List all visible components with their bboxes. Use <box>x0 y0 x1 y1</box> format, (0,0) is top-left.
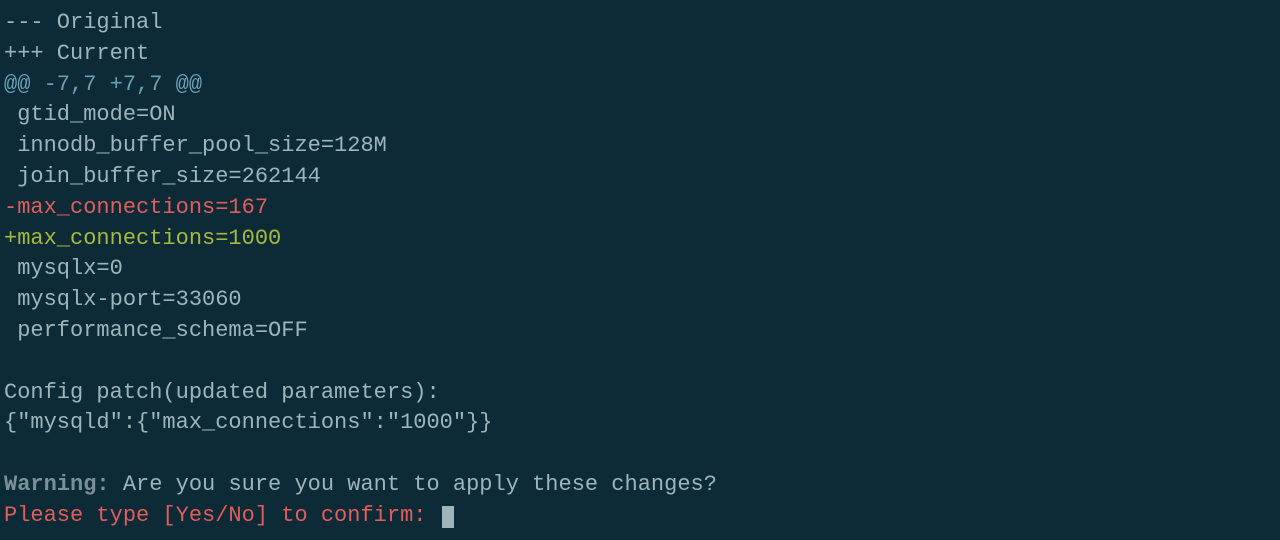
terminal-output: --- Original +++ Current @@ -7,7 +7,7 @@… <box>0 0 1280 540</box>
diff-removed-line: -max_connections=167 <box>4 193 1276 224</box>
diff-hunk-header: @@ -7,7 +7,7 @@ <box>4 70 1276 101</box>
diff-context-line: performance_schema=OFF <box>4 316 1276 347</box>
diff-context-line: join_buffer_size=262144 <box>4 162 1276 193</box>
warning-line: Warning: Are you sure you want to apply … <box>4 470 1276 501</box>
diff-context-line: gtid_mode=ON <box>4 100 1276 131</box>
warning-text: Are you sure you want to apply these cha… <box>110 472 717 497</box>
diff-added-line: +max_connections=1000 <box>4 224 1276 255</box>
diff-context-line: innodb_buffer_pool_size=128M <box>4 131 1276 162</box>
config-patch-label: Config patch(updated parameters): <box>4 378 1276 409</box>
diff-header-original: --- Original <box>4 8 1276 39</box>
diff-header-current: +++ Current <box>4 39 1276 70</box>
blank-line <box>4 347 1276 378</box>
warning-label: Warning: <box>4 472 110 497</box>
prompt-text: Please type [Yes/No] to confirm: <box>4 503 440 528</box>
cursor-icon <box>442 506 454 528</box>
diff-context-line: mysqlx-port=33060 <box>4 285 1276 316</box>
confirm-prompt[interactable]: Please type [Yes/No] to confirm: <box>4 501 1276 532</box>
blank-line <box>4 439 1276 470</box>
diff-context-line: mysqlx=0 <box>4 254 1276 285</box>
config-patch-json: {"mysqld":{"max_connections":"1000"}} <box>4 408 1276 439</box>
